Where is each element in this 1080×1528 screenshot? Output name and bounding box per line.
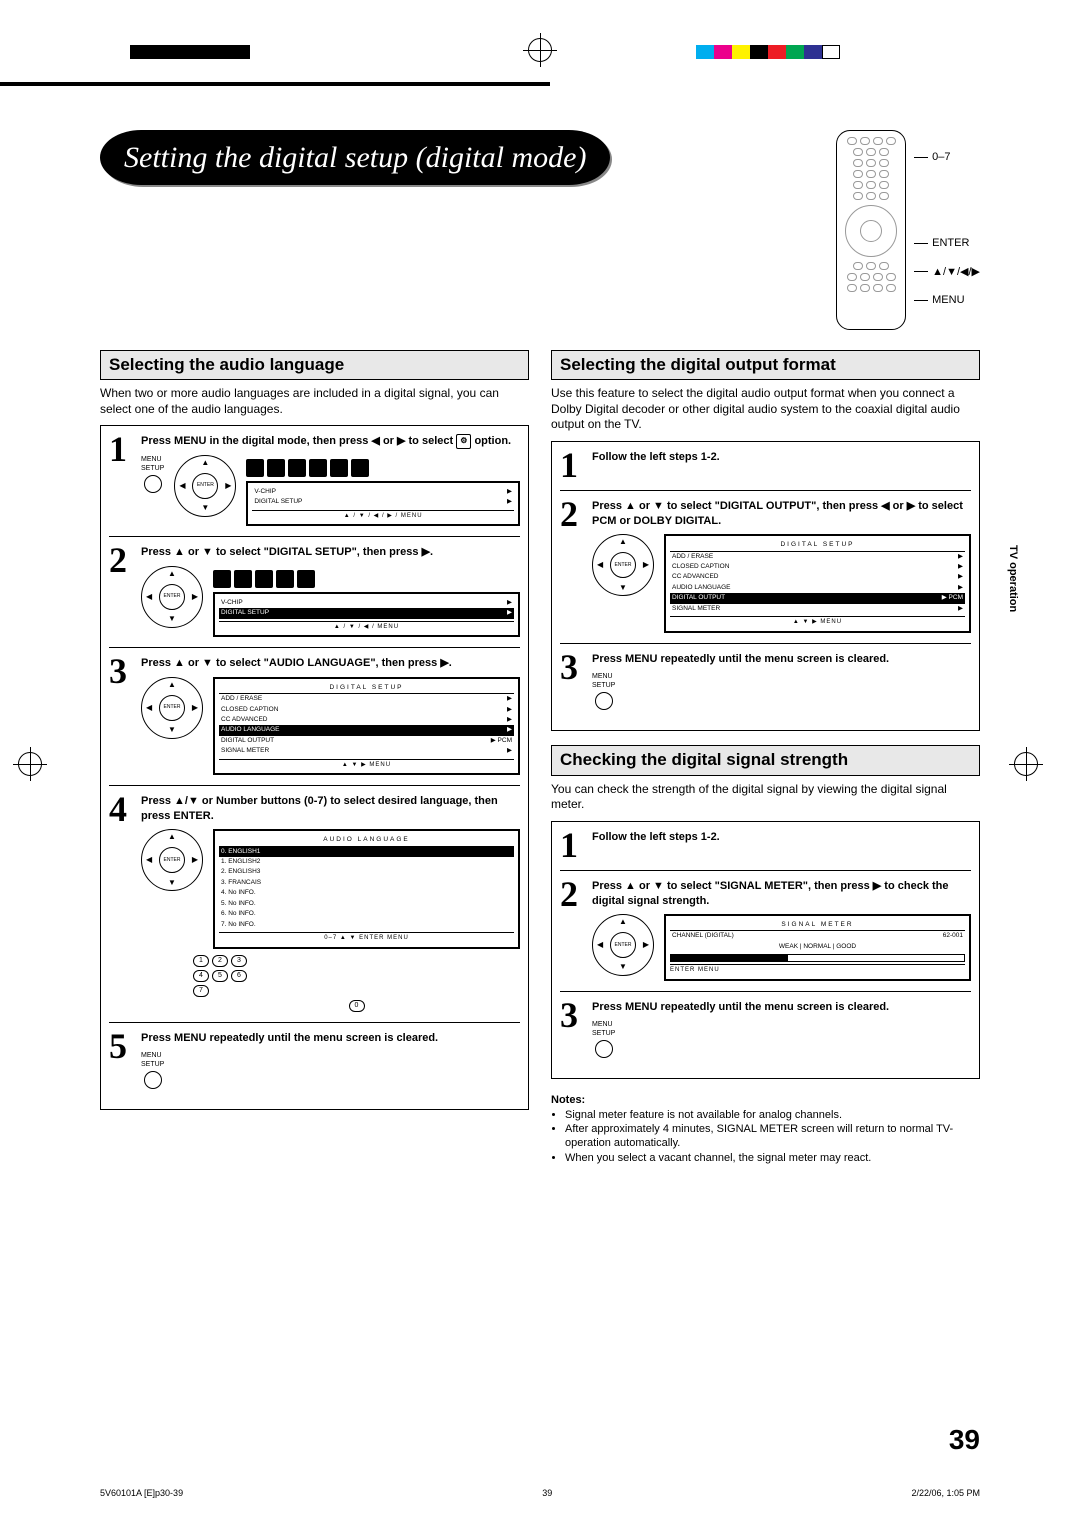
registration-mark-left <box>18 752 42 776</box>
section-heading-audio-language: Selecting the audio language <box>100 350 529 380</box>
crop-marks <box>0 0 1080 90</box>
tab-icons <box>213 570 520 588</box>
steps-signal-strength: 1Follow the left steps 1-2. 2 Press ▲ or… <box>551 821 980 1080</box>
step-number: 1 <box>109 434 135 526</box>
osd-audio-language: AUDIO LANGUAGE 0. ENGLISH1 1. ENGLISH2 2… <box>213 829 520 949</box>
section-heading-signal-strength: Checking the digital signal strength <box>551 745 980 775</box>
menu-button-icon: MENUSETUP <box>592 1020 615 1058</box>
dpad-icon: ▲▼◀▶ <box>592 914 654 976</box>
notes-block: Notes: Signal meter feature is not avail… <box>551 1093 980 1164</box>
dpad-icon: ▲▼◀▶ <box>592 534 654 596</box>
dpad-icon: ▲▼◀▶ <box>141 829 203 891</box>
side-tab: TV operation <box>1006 545 1020 612</box>
signal-bar <box>670 954 965 962</box>
intro-signal-strength: You can check the strength of the digita… <box>551 782 980 813</box>
dpad-icon: ▲▼◀▶ <box>141 677 203 739</box>
osd-digital-setup: DIGITAL SETUP ADD / ERASE▶ CLOSED CAPTIO… <box>664 534 971 633</box>
setup-icon: ⚙ <box>456 434 471 448</box>
tab-icons <box>246 459 520 477</box>
header-rule <box>0 82 550 86</box>
osd-digital-setup: DIGITAL SETUP ADD / ERASE▶ CLOSED CAPTIO… <box>213 677 520 776</box>
steps-digital-output: 1Follow the left steps 1-2. 2 Press ▲ or… <box>551 441 980 732</box>
osd-signal-meter: SIGNAL METER CHANNEL (DIGITAL)62-001 WEA… <box>664 914 971 981</box>
remote-illustration <box>836 130 906 330</box>
menu-button-icon: MENUSETUP <box>592 672 615 710</box>
dpad-icon: ▲▼◀▶ <box>174 455 236 517</box>
page-number: 39 <box>949 1422 980 1458</box>
number-pad-icon: 123 456 7 0 <box>193 955 520 1012</box>
menu-button-icon: MENUSETUP <box>141 455 164 493</box>
intro-digital-output: Use this feature to select the digital a… <box>551 386 980 433</box>
menu-button-icon: MENUSETUP <box>141 1051 164 1089</box>
osd-screen: V-CHIP▶ DIGITAL SETUP▶ ▲ / ▼ / ◀ / ▶ / M… <box>246 481 520 527</box>
step-number: 2 <box>109 545 135 637</box>
dpad-icon: ▲▼◀▶ <box>141 566 203 628</box>
steps-audio-language: 1 Press MENU in the digital mode, then p… <box>100 425 529 1110</box>
footer: 5V60101A [E]p30-39 39 2/22/06, 1:05 PM <box>100 1488 980 1500</box>
step-number: 4 <box>109 794 135 1011</box>
osd-screen: V-CHIP▶ DIGITAL SETUP▶ ▲ / ▼ / ◀ / MENU <box>213 592 520 638</box>
step-number: 5 <box>109 1031 135 1089</box>
registration-mark-right <box>1014 752 1038 776</box>
intro-audio-language: When two or more audio languages are inc… <box>100 386 529 417</box>
remote-labels: 0–7 ENTER ▲/▼/◀/▶ MENU <box>914 130 980 307</box>
section-heading-digital-output: Selecting the digital output format <box>551 350 980 380</box>
step-number: 3 <box>109 656 135 775</box>
page-title: Setting the digital setup (digital mode) <box>124 141 586 174</box>
page-title-badge: Setting the digital setup (digital mode) <box>100 130 610 185</box>
